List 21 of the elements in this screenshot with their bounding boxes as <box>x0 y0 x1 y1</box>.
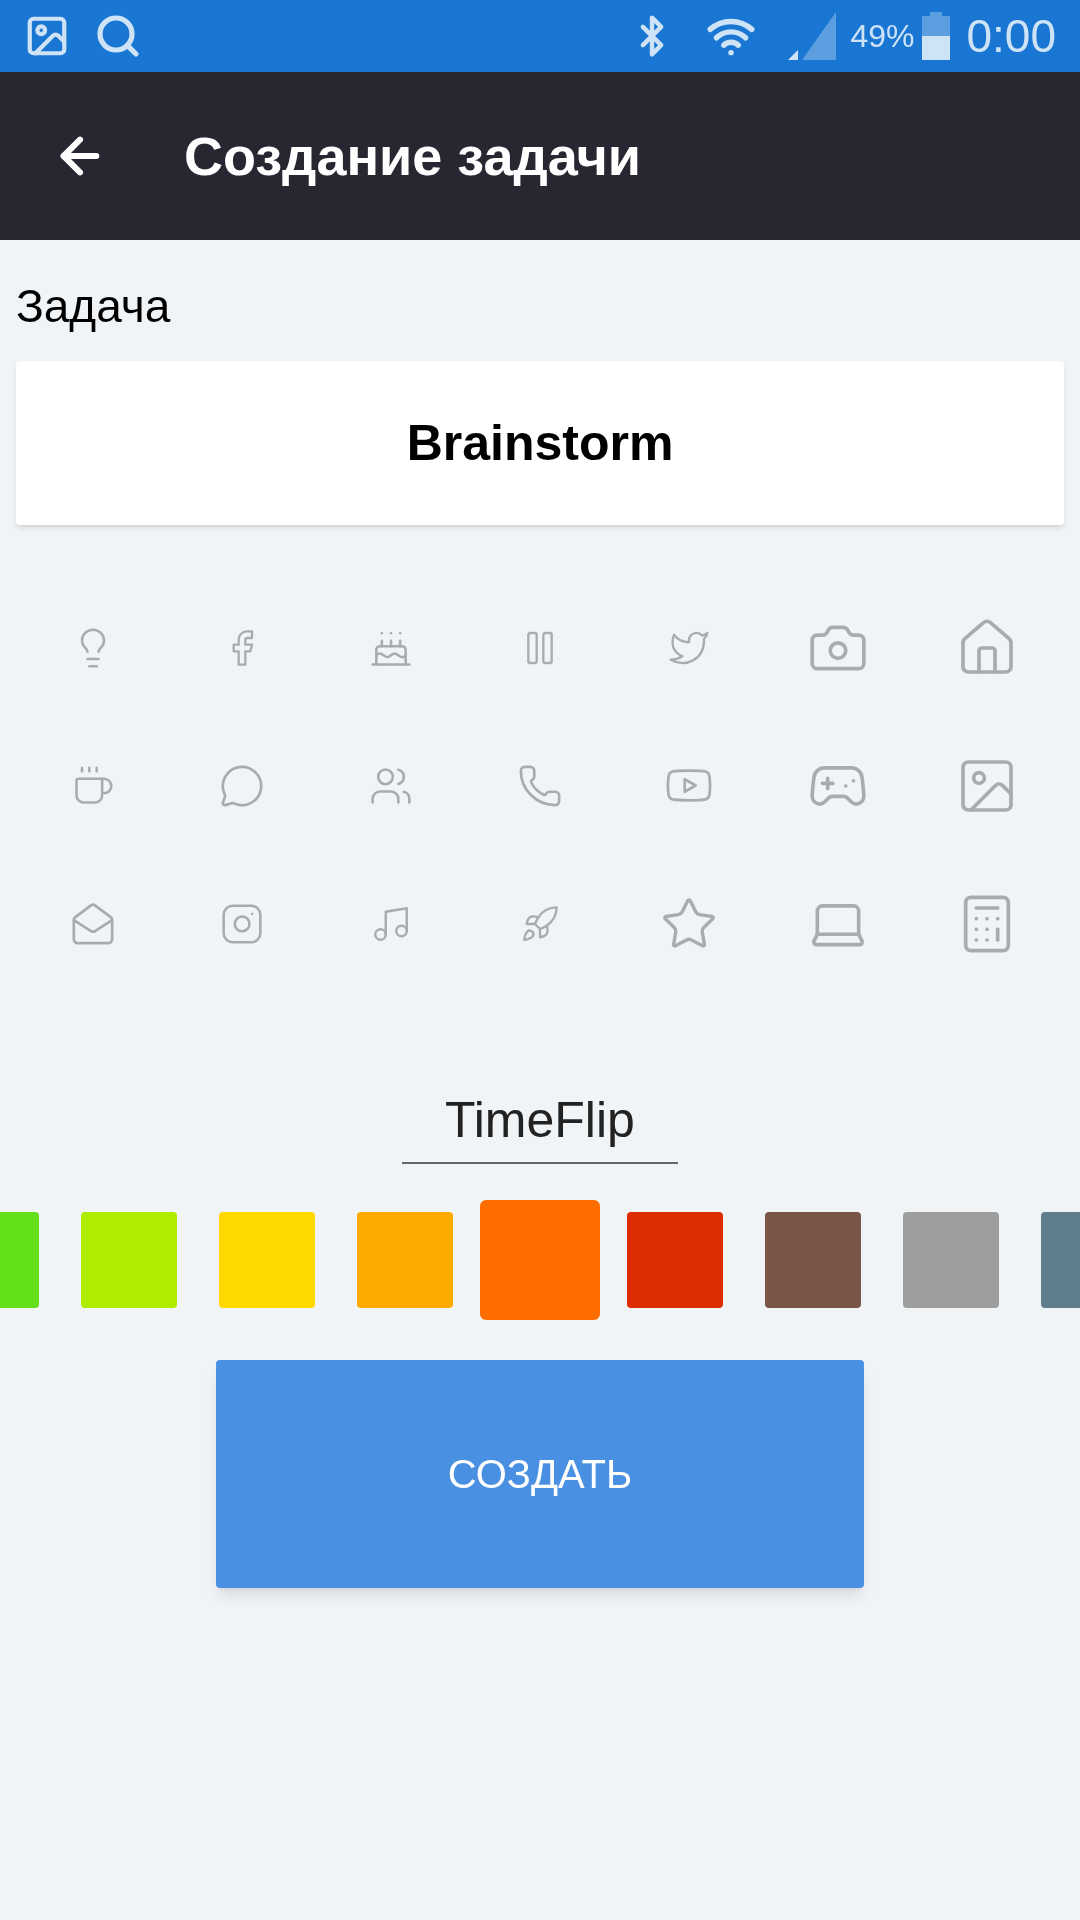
open-envelope-icon[interactable] <box>70 901 117 947</box>
name-field[interactable]: TimeFlip <box>402 1083 678 1164</box>
signal-icon <box>788 12 839 60</box>
screen-title: Создание задачи <box>184 124 641 188</box>
task-field[interactable]: Brainstorm <box>16 361 1064 525</box>
search-icon <box>94 12 142 60</box>
speech-bubble-icon[interactable] <box>219 763 266 809</box>
color-swatch[interactable] <box>480 1200 600 1320</box>
color-swatch[interactable] <box>81 1212 177 1308</box>
clock: 0:00 <box>966 8 1056 64</box>
color-swatch[interactable] <box>219 1212 315 1308</box>
rocket-icon[interactable] <box>520 904 560 944</box>
battery-percent: 49% <box>850 17 915 56</box>
color-swatch[interactable] <box>765 1212 861 1308</box>
color-swatch[interactable] <box>627 1212 723 1308</box>
battery-icon <box>922 12 951 60</box>
instagram-icon[interactable] <box>220 902 265 946</box>
color-swatch[interactable] <box>357 1212 453 1308</box>
color-swatch[interactable] <box>903 1212 999 1308</box>
phone-icon[interactable] <box>517 763 563 809</box>
task-label: Задача <box>16 279 171 334</box>
